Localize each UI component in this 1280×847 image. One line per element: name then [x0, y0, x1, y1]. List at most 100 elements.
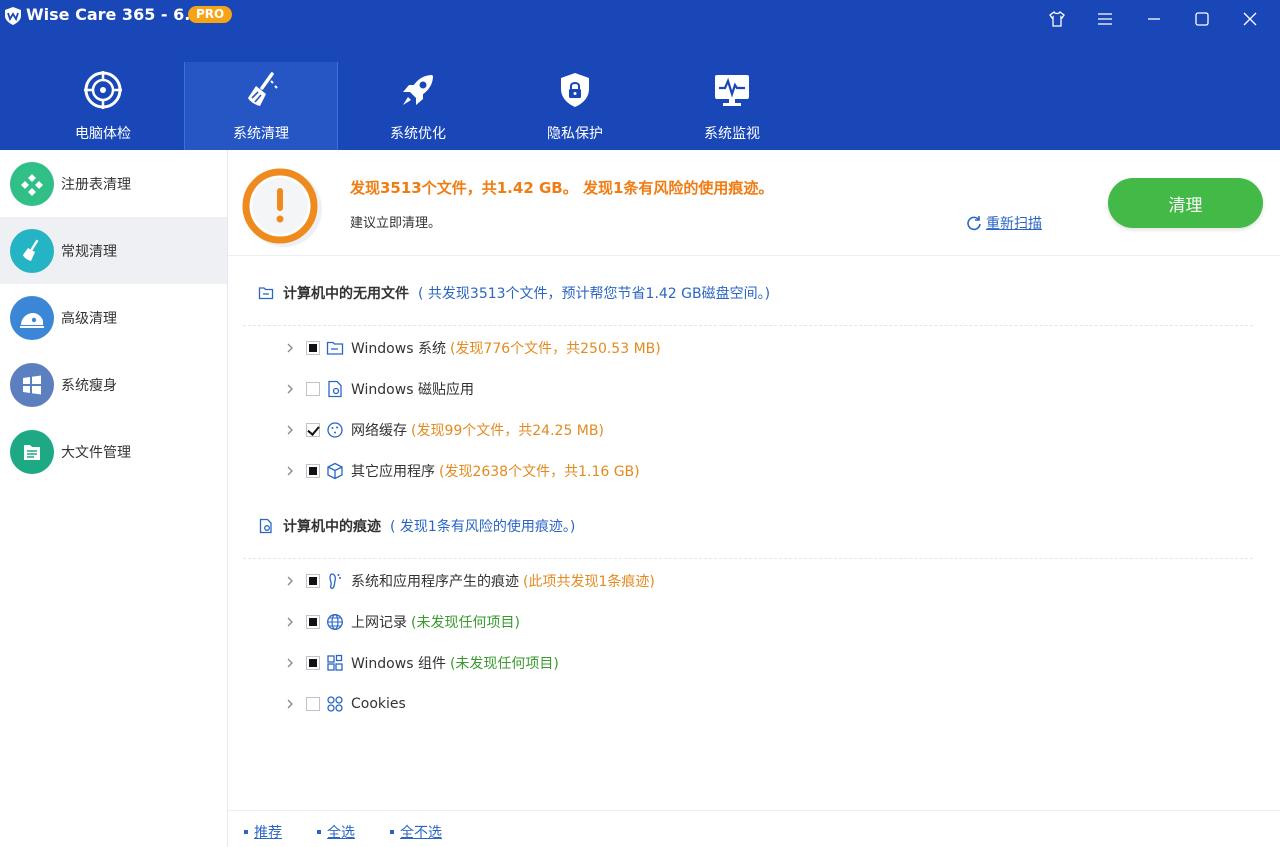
item-info: (未发现任何项目) [449, 656, 559, 672]
item-checkbox[interactable] [306, 574, 320, 588]
select-none-link[interactable]: 全不选 [390, 822, 442, 842]
rocket-icon [403, 75, 433, 105]
maximize-icon [1195, 12, 1209, 26]
main-panel: 发现3513个文件，共1.42 GB。 发现1条有风险的使用痕迹。 建议立即清理… [228, 150, 1280, 847]
cookie-icon [327, 696, 343, 712]
section-junk-files-header: 计算机中的无用文件 ( 共发现3513个文件，预计帮您节省1.42 GB磁盘空间… [258, 283, 770, 303]
menu-button[interactable] [1091, 6, 1119, 32]
recommend-label: 推荐 [254, 825, 282, 841]
broom-icon [10, 229, 54, 273]
broom-icon [248, 72, 278, 106]
bullet-icon [317, 830, 321, 834]
list-item-system-app-traces[interactable]: 系统和应用程序产生的痕迹 (此项共发现1条痕迹) [284, 569, 655, 593]
file-list-icon [10, 430, 54, 474]
maximize-button[interactable] [1188, 6, 1216, 32]
sidebar-item-label: 注册表清理 [61, 177, 131, 193]
app-file-icon [328, 380, 342, 398]
title-bar: Wise Care 365 - 6.5.3 PRO [0, 0, 1280, 36]
chevron-right-icon[interactable] [284, 698, 296, 710]
tab-label: 隐私保护 [547, 126, 603, 142]
tshirt-icon [1049, 11, 1065, 27]
scan-summary-subtitle: 建议立即清理。 [350, 216, 442, 231]
sidebar-item-advanced-clean[interactable]: 高级清理 [0, 284, 227, 351]
refresh-icon [967, 216, 981, 231]
monitor-icon [715, 75, 749, 106]
chevron-right-icon[interactable] [284, 616, 296, 628]
divider [243, 558, 1253, 559]
list-item-browsing-history[interactable]: 上网记录 (未发现任何项目) [284, 610, 520, 634]
disk-clean-icon [10, 296, 54, 340]
item-checkbox[interactable] [306, 656, 320, 670]
list-item-windows-tile-apps[interactable]: Windows 磁贴应用 [284, 377, 478, 401]
close-button[interactable] [1236, 6, 1264, 32]
bullet-icon [244, 830, 248, 834]
app-window: Wise Care 365 - 6.5.3 PRO 电脑体检 系统清理 系统优化… [0, 0, 1280, 847]
shield-lock-icon [561, 73, 589, 107]
rescan-label: 重新扫描 [986, 216, 1042, 232]
windows-icon [10, 363, 54, 407]
list-item-windows-system[interactable]: Windows 系统 (发现776个文件，共250.53 MB) [284, 336, 661, 360]
item-checkbox[interactable] [306, 341, 320, 355]
bullet-icon [390, 830, 394, 834]
item-checkbox[interactable] [306, 423, 320, 437]
rescan-link[interactable]: 重新扫描 [966, 213, 1042, 233]
tab-pc-checkup[interactable]: 电脑体检 [26, 62, 180, 150]
folder-icon [258, 287, 274, 300]
chevron-right-icon[interactable] [284, 465, 296, 477]
select-all-link[interactable]: 全选 [317, 822, 355, 842]
registry-icon [10, 162, 54, 206]
tab-privacy-protect[interactable]: 隐私保护 [498, 62, 652, 150]
chevron-right-icon[interactable] [284, 657, 296, 669]
section-traces-header: 计算机中的痕迹 ( 发现1条有风险的使用痕迹。) [258, 516, 575, 536]
item-info: (发现776个文件，共250.53 MB) [449, 341, 661, 357]
tab-label: 系统优化 [390, 126, 446, 142]
chevron-right-icon[interactable] [284, 383, 296, 395]
clean-button[interactable]: 清理 [1108, 178, 1263, 228]
folder-icon [326, 341, 344, 355]
sidebar-item-registry-clean[interactable]: 注册表清理 [0, 150, 227, 217]
minimize-icon [1148, 18, 1160, 20]
select-none-label: 全不选 [400, 825, 442, 841]
tab-system-monitor[interactable]: 系统监视 [655, 62, 809, 150]
cube-icon [327, 462, 343, 480]
sidebar-item-large-file[interactable]: 大文件管理 [0, 418, 227, 485]
item-checkbox[interactable] [306, 382, 320, 396]
tab-label: 系统监视 [704, 126, 760, 142]
radar-icon [84, 71, 122, 109]
tab-system-clean[interactable]: 系统清理 [184, 62, 338, 150]
item-info: (此项共发现1条痕迹) [523, 574, 655, 590]
list-item-web-cache[interactable]: 网络缓存 (发现99个文件，共24.25 MB) [284, 418, 604, 442]
sidebar-item-label: 系统瘦身 [61, 378, 117, 394]
chevron-right-icon[interactable] [284, 424, 296, 436]
pro-badge: PRO [188, 6, 233, 23]
chevron-right-icon[interactable] [284, 575, 296, 587]
item-checkbox[interactable] [306, 615, 320, 629]
list-item-windows-components[interactable]: Windows 组件 (未发现任何项目) [284, 651, 559, 675]
tab-system-optimize[interactable]: 系统优化 [341, 62, 495, 150]
globe-icon [327, 614, 343, 630]
trace-file-icon [259, 518, 272, 534]
footer-bar: 推荐 全选 全不选 [228, 810, 1280, 847]
sidebar-item-regular-clean[interactable]: 常规清理 [0, 217, 227, 284]
item-label: Windows 组件 [351, 656, 446, 672]
item-label: 上网记录 [351, 615, 407, 631]
tab-label: 系统清理 [233, 126, 289, 142]
item-label: 网络缓存 [351, 423, 407, 439]
item-label: 其它应用程序 [351, 464, 435, 480]
sidebar-item-label: 大文件管理 [61, 445, 131, 461]
item-checkbox[interactable] [306, 464, 320, 478]
skin-button[interactable] [1043, 6, 1071, 32]
tab-label: 电脑体检 [75, 126, 131, 142]
item-checkbox[interactable] [306, 697, 320, 711]
sidebar-item-system-slim[interactable]: 系统瘦身 [0, 351, 227, 418]
footprint-icon [329, 573, 341, 589]
app-logo-icon [5, 7, 21, 25]
section-description: ( 共发现3513个文件，预计帮您节省1.42 GB磁盘空间。) [418, 286, 771, 302]
chevron-right-icon[interactable] [284, 342, 296, 354]
list-item-cookies[interactable]: Cookies [284, 692, 410, 716]
warning-icon [242, 168, 322, 247]
scan-result-banner: 发现3513个文件，共1.42 GB。 发现1条有风险的使用痕迹。 建议立即清理… [228, 150, 1280, 256]
minimize-button[interactable] [1140, 6, 1168, 32]
recommend-link[interactable]: 推荐 [244, 822, 282, 842]
list-item-other-apps[interactable]: 其它应用程序 (发现2638个文件，共1.16 GB) [284, 459, 640, 483]
